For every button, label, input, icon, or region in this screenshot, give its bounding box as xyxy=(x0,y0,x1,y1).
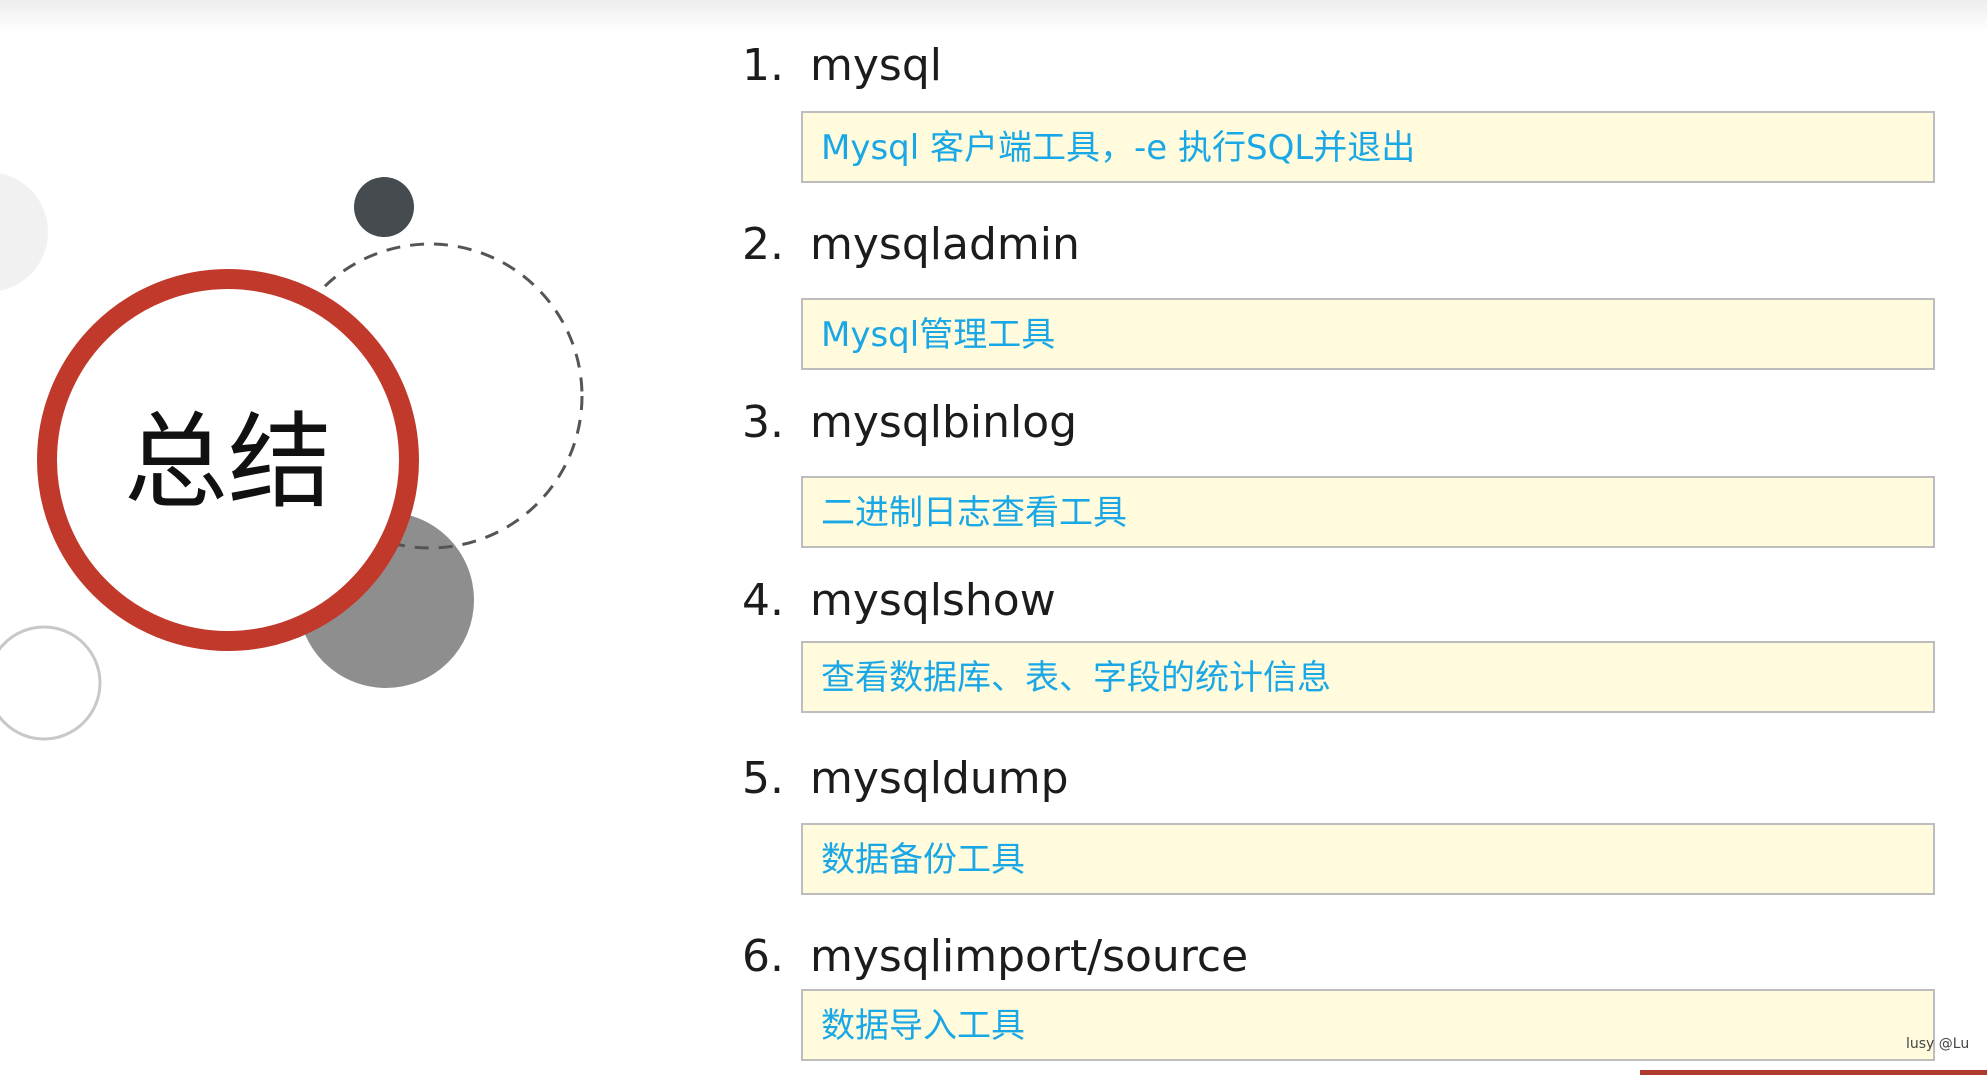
item-number: 6. xyxy=(742,931,784,982)
item-command: mysqladmin xyxy=(810,219,1080,270)
item-number: 4. xyxy=(742,575,784,626)
slide-title: 总结 xyxy=(123,401,332,523)
item-command: mysqlimport/source xyxy=(810,931,1249,982)
item-number: 1. xyxy=(742,40,784,91)
bottom-accent-bar xyxy=(1640,1070,1987,1075)
item-description-box-5: 数据备份工具 xyxy=(801,823,1935,895)
item-number: 5. xyxy=(742,753,784,804)
item-command: mysql xyxy=(810,40,942,91)
item-number: 3. xyxy=(742,397,784,448)
item-heading-6: 6. mysqlimport/source xyxy=(742,927,1248,987)
item-command: mysqlshow xyxy=(810,575,1056,626)
item-command: mysqlbinlog xyxy=(810,397,1078,448)
item-description-box-1: Mysql 客户端工具，-e 执行SQL并退出 xyxy=(801,111,1935,183)
decor-outline-circle xyxy=(0,625,102,741)
item-heading-3: 3. mysqlbinlog xyxy=(742,393,1077,453)
item-number: 2. xyxy=(742,219,784,270)
item-heading-2: 2. mysqladmin xyxy=(742,215,1080,275)
decor-light-circle xyxy=(0,173,48,291)
item-description-box-2: Mysql管理工具 xyxy=(801,298,1935,370)
item-heading-5: 5. mysqldump xyxy=(742,749,1069,809)
decorative-circles xyxy=(0,173,584,741)
decor-dark-dot xyxy=(354,177,414,237)
item-heading-4: 4. mysqlshow xyxy=(742,571,1056,631)
watermark: lusy @Lu xyxy=(1906,1036,1970,1052)
item-command: mysqldump xyxy=(810,753,1069,804)
item-heading-1: 1. mysql xyxy=(742,36,942,96)
item-description-box-3: 二进制日志查看工具 xyxy=(801,476,1935,548)
item-description-box-4: 查看数据库、表、字段的统计信息 xyxy=(801,641,1935,713)
item-description-box-6: 数据导入工具 xyxy=(801,989,1935,1061)
